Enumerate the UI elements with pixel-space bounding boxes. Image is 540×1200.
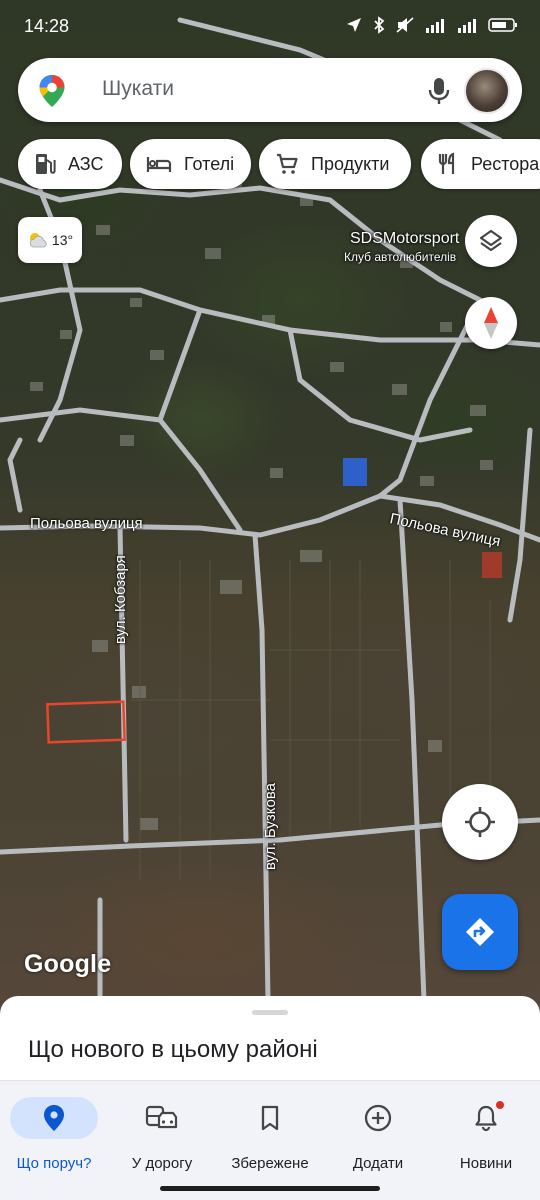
nav-label: У дорогу [131,1155,193,1172]
sheet-title: Що нового в цьому районі [28,1036,318,1063]
nav-label: Новини [459,1155,513,1172]
street-label-buzkova: вул. Бузкова [262,782,279,870]
chip-hotels[interactable]: Готелі [130,139,251,189]
notification-dot [496,1101,504,1109]
mic-icon[interactable] [426,76,452,106]
bed-icon [146,157,172,172]
chip-label: Готелі [184,153,235,174]
mute-icon [396,17,414,33]
cart-icon [277,153,298,174]
nav-icon-container [442,1097,530,1139]
my-location-button[interactable] [442,784,518,860]
bluetooth-icon [374,16,385,34]
layers-button[interactable] [465,215,517,267]
nav-icon-container [334,1097,422,1139]
nav-label: Збережене [231,1155,309,1172]
blue-roof-building [343,458,367,486]
google-logo: Google [24,950,112,978]
signal-4g-icon [426,19,444,33]
nav-updates[interactable]: Новини [432,1097,540,1172]
location-pin-icon [44,1105,64,1131]
battery-icon [488,18,517,32]
chip-gas-station[interactable]: АЗС [18,139,122,189]
nav-icon-container [10,1097,98,1139]
partly-cloudy-icon [29,233,47,248]
status-icons [346,16,518,34]
street-label-kobzarya: вул. Кобзаря [112,555,129,644]
avatar[interactable] [464,68,510,114]
weather-chip[interactable]: 13° [18,217,82,263]
chip-groceries[interactable]: Продукти [259,139,411,189]
bell-icon [475,1105,497,1132]
nav-icon-container [118,1097,206,1139]
poi-label-sub: Клуб автолюбителів [344,250,457,264]
nav-label: Що поруч? [16,1155,92,1172]
chip-label: АЗС [68,153,104,174]
poi-label-name[interactable]: SDSMotorsport [350,230,459,248]
commute-icon [145,1105,178,1129]
bottom-navigation: Що поруч? У дорогу Збережене Додати Нови… [0,1080,540,1200]
street-label-polova-left: Польова вулиця [30,515,143,532]
restaurant-icon [438,152,455,174]
chip-label: Продукти [311,153,390,174]
maps-pin-icon [39,75,65,107]
directions-button[interactable] [442,894,518,970]
nav-icon-container [226,1097,314,1139]
bottom-sheet[interactable]: Що нового в цьому районі [0,996,540,1092]
status-bar: 14:28 [0,0,540,52]
add-circle-icon [364,1104,392,1132]
red-roof-building [482,552,502,578]
nav-contribute[interactable]: Додати [324,1097,432,1172]
layers-icon [479,229,503,252]
compass-icon [484,307,498,339]
directions-icon [466,918,494,946]
search-bar[interactable]: Шукати [18,58,522,122]
compass-button[interactable] [465,297,517,349]
chip-label: Ресторани [471,153,540,174]
home-indicator[interactable] [160,1186,380,1191]
location-arrow-icon [347,18,361,32]
signal-icon [458,19,476,33]
crosshair-icon [465,807,495,837]
nav-commute[interactable]: У дорогу [108,1097,216,1172]
search-input[interactable]: Шукати [102,77,174,101]
weather-temp: 13° [51,232,74,248]
bookmark-icon [261,1105,279,1131]
nav-saved[interactable]: Збережене [216,1097,324,1172]
chip-restaurants[interactable]: Ресторани [421,139,540,189]
status-time: 14:28 [24,16,70,36]
sheet-drag-handle[interactable] [252,1010,288,1015]
category-chips: АЗС Готелі Продукти Ресторани [0,139,540,189]
nav-label: Додати [352,1155,404,1172]
field-lines [130,560,491,880]
nav-explore[interactable]: Що поруч? [0,1097,108,1172]
gas-station-icon [36,154,56,174]
selected-plot-marker[interactable] [46,700,126,744]
